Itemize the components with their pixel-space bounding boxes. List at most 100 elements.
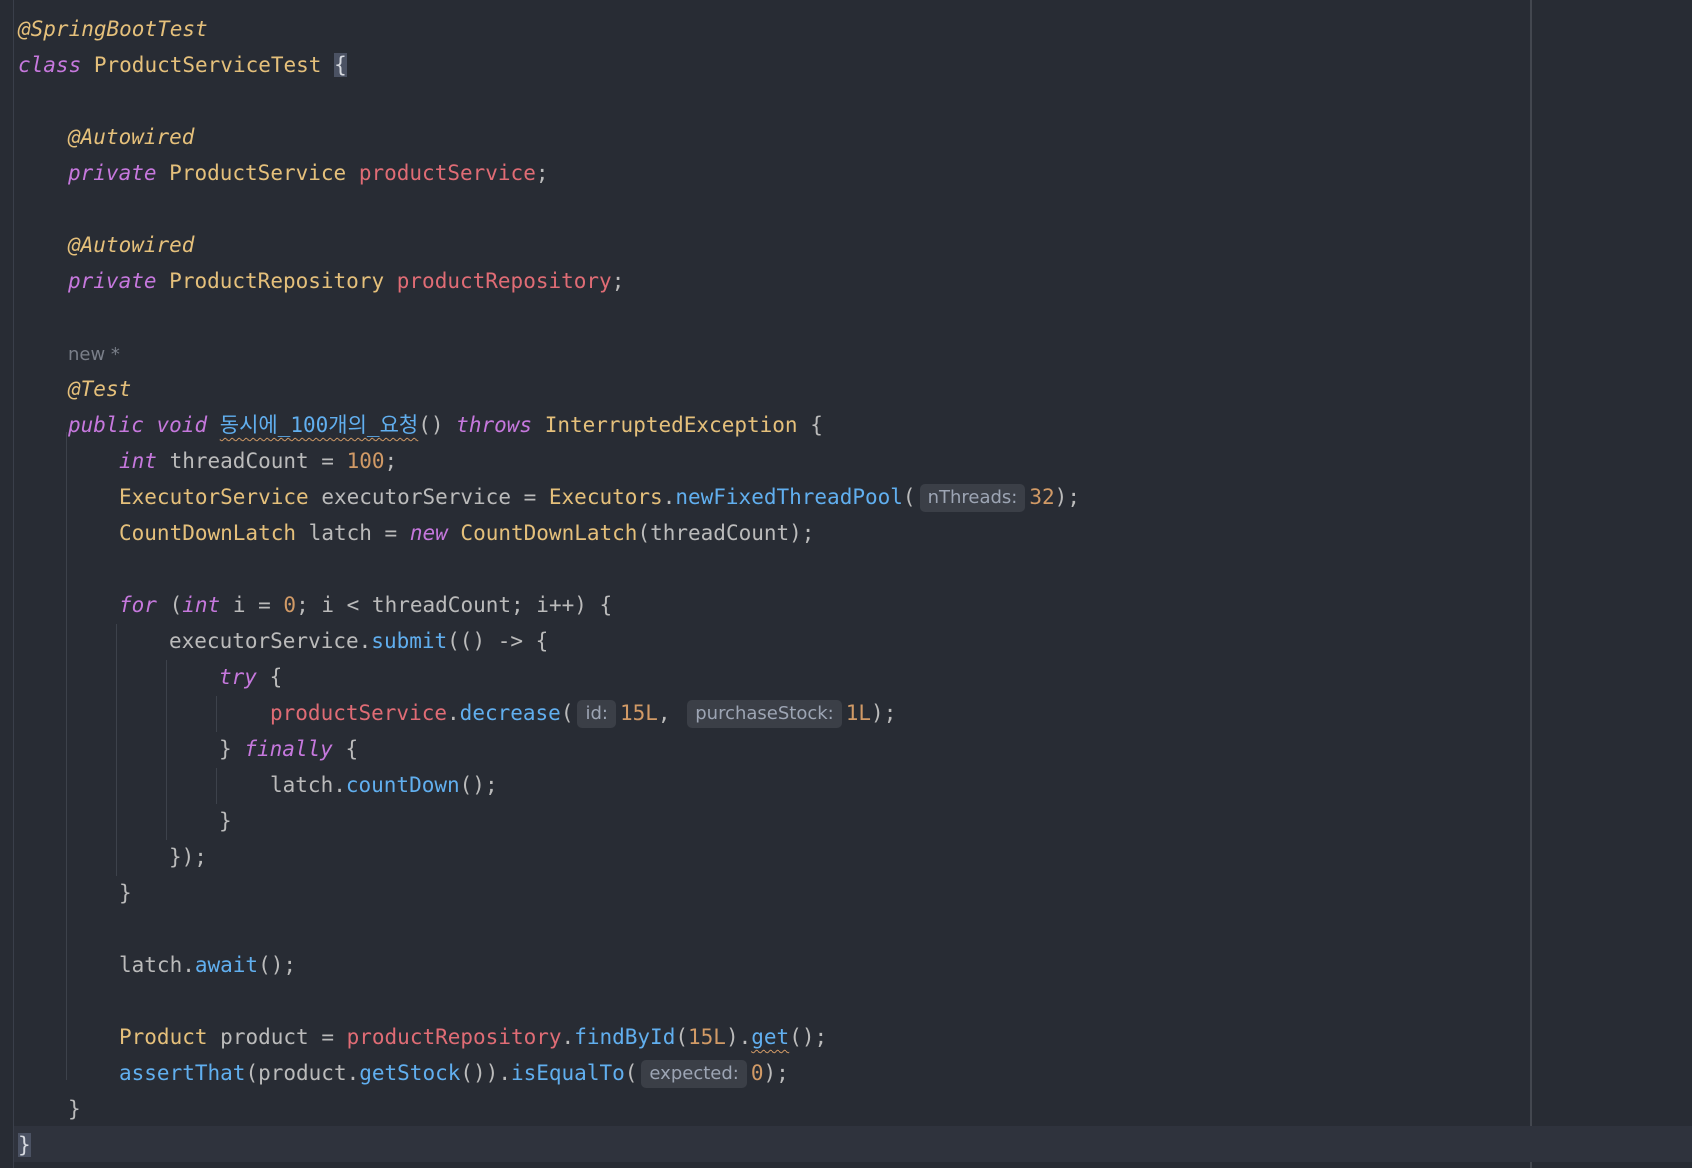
code-line-4[interactable]: @Autowired: [68, 119, 194, 155]
method-call: findById: [574, 1025, 676, 1049]
parameter-hint: expected:: [641, 1060, 747, 1088]
code-line-1[interactable]: @SpringBootTest: [18, 11, 208, 47]
keyword: throws: [456, 413, 533, 437]
punctuation: ();: [789, 1025, 828, 1049]
identifier: latch.: [119, 953, 195, 977]
method-name: 동시에_100개의_요청: [219, 413, 419, 437]
code-line-11[interactable]: @Test: [68, 371, 131, 407]
code-line-22[interactable]: latch.countDown();: [270, 767, 498, 803]
identifier: executorService =: [321, 485, 549, 509]
indent-guide: [66, 432, 67, 1080]
punctuation: });: [169, 845, 207, 869]
code-line-18[interactable]: executorService.submit(() -> {: [169, 623, 548, 659]
identifier: latch.: [270, 773, 346, 797]
gutter-separator: [13, 0, 14, 1168]
code-line-29[interactable]: Product product = productRepository.find…: [119, 1019, 827, 1055]
author-meta[interactable]: new *: [68, 344, 120, 365]
keyword: int: [119, 449, 157, 473]
parameter-hint: id:: [577, 700, 616, 728]
class-name: ProductServiceTest: [93, 53, 322, 77]
identifier: ; i < threadCount; i++) {: [296, 593, 613, 617]
field-name: productService: [270, 701, 448, 725]
annotation: @Test: [68, 377, 132, 401]
number-literal: 15L: [619, 701, 658, 725]
number-literal: 0: [750, 1061, 764, 1085]
punctuation: (: [902, 485, 916, 509]
code-line-14[interactable]: ExecutorService executorService = Execut…: [119, 479, 1080, 515]
indent-guide: [116, 624, 117, 876]
punctuation: (: [624, 1061, 638, 1085]
method-call: decrease: [459, 701, 561, 725]
current-line-highlight: [14, 1126, 1692, 1162]
punctuation: .: [662, 485, 676, 509]
identifier: (product.: [245, 1061, 360, 1085]
punctuation: ;: [611, 269, 625, 293]
code-line-24[interactable]: });: [169, 839, 207, 875]
keyword: try: [219, 665, 257, 689]
code-line-27[interactable]: latch.await();: [119, 947, 296, 983]
method-call: newFixedThreadPool: [675, 485, 903, 509]
identifier: i =: [232, 593, 284, 617]
code-line-5[interactable]: private ProductService productService;: [68, 155, 549, 191]
annotation: @SpringBootTest: [18, 17, 208, 41]
code-line-13[interactable]: int threadCount = 100;: [119, 443, 397, 479]
number-literal: 100: [346, 449, 385, 473]
method-call: get: [751, 1025, 790, 1049]
field-name: productService: [358, 161, 536, 185]
code-line-19[interactable]: try {: [219, 659, 282, 695]
punctuation: );: [1054, 485, 1080, 509]
code-line-17[interactable]: for (int i = 0; i < threadCount; i++) {: [119, 587, 612, 623]
code-line-23[interactable]: }: [219, 803, 232, 839]
code-line-25[interactable]: }: [119, 875, 132, 911]
punctuation: );: [871, 701, 897, 725]
punctuation: ();: [459, 773, 498, 797]
method-call: countDown: [345, 773, 460, 797]
punctuation: (() -> {: [447, 629, 549, 653]
code-editor[interactable]: @SpringBootTest class ProductServiceTest…: [0, 0, 1692, 1168]
type-name: Executors: [548, 485, 663, 509]
number-literal: 15L: [688, 1025, 726, 1049]
punctuation: ()).: [460, 1061, 511, 1085]
keyword: int: [182, 593, 221, 617]
number-literal: 0: [283, 593, 297, 617]
punctuation: ,: [657, 701, 671, 725]
annotation: @Autowired: [68, 233, 195, 257]
punctuation: ();: [258, 953, 297, 977]
punctuation: }: [68, 1097, 81, 1121]
punctuation: .: [447, 701, 460, 725]
keyword: for: [119, 593, 157, 617]
code-line-7[interactable]: @Autowired: [68, 227, 194, 263]
code-line-8[interactable]: private ProductRepository productReposit…: [68, 263, 624, 299]
code-line-31[interactable]: }: [68, 1091, 81, 1127]
type-name: Product: [119, 1025, 208, 1049]
code-line-15[interactable]: CountDownLatch latch = new CountDownLatc…: [119, 515, 814, 551]
method-call: assertThat: [119, 1061, 246, 1085]
punctuation: );: [763, 1061, 789, 1085]
code-line-2[interactable]: class ProductServiceTest {: [18, 47, 347, 83]
punctuation: ;: [384, 449, 398, 473]
code-line-21[interactable]: } finally {: [219, 731, 358, 767]
code-line-32[interactable]: }: [18, 1127, 31, 1163]
code-vision-hint[interactable]: new *: [68, 335, 120, 371]
identifier: product =: [220, 1025, 347, 1049]
indent-guide: [216, 768, 217, 804]
keyword: public: [68, 413, 144, 437]
keyword: new: [409, 521, 448, 545]
punctuation: (threadCount);: [637, 521, 815, 545]
code-line-30[interactable]: assertThat(product.getStock()).isEqualTo…: [119, 1055, 789, 1091]
keyword: class: [18, 53, 82, 77]
punctuation: {: [810, 413, 823, 437]
code-line-12[interactable]: public void 동시에_100개의_요청() throws Interr…: [68, 407, 823, 443]
punctuation: (: [560, 701, 574, 725]
keyword: private: [68, 161, 157, 185]
method-call: getStock: [359, 1061, 461, 1085]
type-name: ExecutorService: [119, 485, 309, 509]
identifier: executorService.: [169, 629, 372, 653]
right-margin-guide: [1530, 0, 1532, 1168]
type-name: ProductRepository: [169, 269, 385, 293]
punctuation: {: [269, 665, 283, 689]
identifier: threadCount =: [169, 449, 347, 473]
type-name: ProductService: [169, 161, 347, 185]
keyword: void: [156, 413, 208, 437]
code-line-20[interactable]: productService.decrease(id: 15L, purchase…: [270, 695, 896, 731]
